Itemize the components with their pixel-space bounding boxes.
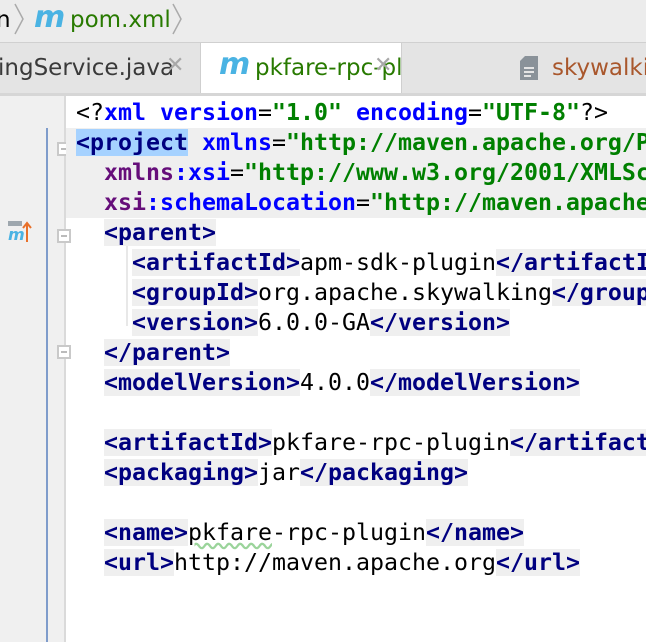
code-token: xmlns: [201, 129, 272, 156]
code-token: org.apache.skywalking: [257, 279, 552, 306]
code-token: apm-sdk-plugin: [299, 249, 496, 276]
code-line[interactable]: <artifactId>apm-sdk-plugin</artifactI: [76, 248, 646, 278]
code-token: version: [160, 99, 258, 126]
code-line[interactable]: xmlns:xsi="http://www.w3.org/2001/XMLSc: [66, 158, 646, 188]
code-token: jar: [257, 459, 300, 486]
code-token: <?: [76, 99, 104, 126]
code-token: <artifactId>: [104, 429, 272, 456]
code-token: =: [355, 189, 370, 216]
code-token: </url>: [495, 549, 580, 576]
code-token: <url>: [104, 549, 174, 576]
code-token: "http://maven.apache: [369, 189, 646, 216]
code-line[interactable]: <modelVersion>4.0.0</modelVersion>: [76, 368, 580, 398]
code-line[interactable]: <groupId>org.apache.skywalking</group: [76, 278, 646, 308]
code-line[interactable]: <?xml version="1.0" encoding="UTF-8"?>: [76, 98, 608, 128]
code-token: <parent>: [104, 219, 216, 246]
code-line[interactable]: </parent>: [76, 338, 230, 368]
code-token: <name>: [104, 519, 188, 546]
code-token: xsi: [104, 189, 146, 216]
code-token: =: [230, 159, 244, 186]
code-token: encoding: [355, 99, 468, 126]
tab-ingservice-java[interactable]: ingService.java ✕: [0, 43, 201, 93]
code-token: pkfare-rpc-plugin: [271, 429, 510, 456]
code-line[interactable]: <project xmlns="http://maven.apache.org/…: [66, 128, 646, 158]
code-token: "http://www.w3.org/2001/XMLSc: [244, 159, 646, 186]
breadcrumb: n m pom.xml: [0, 0, 646, 43]
breadcrumb-item-parent[interactable]: n: [0, 4, 11, 36]
code-token: <version>: [132, 309, 258, 336]
maven-icon: m: [34, 0, 66, 35]
code-token: <modelVersion>: [104, 369, 300, 396]
code-token: <project: [76, 129, 188, 156]
code-token: 4.0.0: [299, 369, 370, 396]
tab-pkfare-rpc-plugin[interactable]: m pkfare-rpc-plugin ✕: [201, 43, 402, 93]
vcs-change-marker[interactable]: [46, 128, 48, 642]
close-icon[interactable]: ✕: [166, 53, 184, 78]
code-token: 6.0.0-GA: [257, 309, 370, 336]
code-token: pkfare: [188, 519, 272, 546]
code-token: </artifactI: [495, 249, 646, 276]
maven-override-icon[interactable]: m: [8, 220, 34, 244]
code-editor[interactable]: <?xml version="1.0" encoding="UTF-8"?> <p…: [66, 96, 646, 642]
code-token: =: [271, 129, 286, 156]
file-icon: [520, 56, 538, 80]
editor-tabs: ingService.java ✕ m pkfare-rpc-plugin ✕ …: [0, 43, 646, 96]
code-token: -rpc-plugin: [272, 519, 426, 546]
code-token: <packaging>: [104, 459, 258, 486]
code-token: </group: [551, 279, 646, 306]
code-token: "1.0": [271, 99, 342, 126]
code-line[interactable]: <packaging>jar</packaging>: [76, 458, 468, 488]
breadcrumb-item-pom[interactable]: pom.xml: [70, 4, 171, 36]
maven-icon: m: [219, 47, 251, 82]
code-token: <artifactId>: [132, 249, 300, 276]
code-line[interactable]: <url>http://maven.apache.org</url>: [76, 548, 580, 578]
code-token: http://maven.apache.org: [174, 549, 496, 576]
code-token: =: [257, 99, 272, 126]
close-icon[interactable]: ✕: [374, 53, 392, 78]
code-token: </packaging>: [299, 459, 468, 486]
code-line[interactable]: <name>pkfare-rpc-plugin</name>: [76, 518, 524, 548]
tab-skywalking[interactable]: skywalkin: [402, 43, 646, 93]
code-token: <groupId>: [132, 279, 258, 306]
code-line[interactable]: <artifactId>pkfare-rpc-plugin</artifact: [76, 428, 646, 458]
svg-text:m: m: [8, 225, 25, 244]
chevron-right-icon: [172, 3, 182, 35]
code-token: </modelVersion>: [369, 369, 580, 396]
code-token: </version>: [369, 309, 510, 336]
code-token: =: [467, 99, 482, 126]
code-line[interactable]: <version>6.0.0-GA</version>: [76, 308, 510, 338]
code-token: </artifact: [509, 429, 646, 456]
code-token: </name>: [425, 519, 524, 546]
code-token: "UTF-8": [481, 99, 580, 126]
code-token: </parent>: [104, 339, 230, 366]
code-token: :xsi: [174, 159, 230, 186]
code-token: :schemaLocation: [146, 189, 356, 216]
code-token: xmlns: [104, 159, 174, 186]
chevron-right-icon: [14, 3, 24, 35]
code-token: "http://maven.apache.org/P: [285, 129, 646, 156]
code-line[interactable]: xsi:schemaLocation="http://maven.apache: [66, 188, 646, 218]
code-token: ?>: [579, 99, 608, 126]
code-line[interactable]: <parent>: [76, 218, 216, 248]
editor-gutter: [0, 96, 66, 642]
code-token: xml: [104, 99, 146, 126]
